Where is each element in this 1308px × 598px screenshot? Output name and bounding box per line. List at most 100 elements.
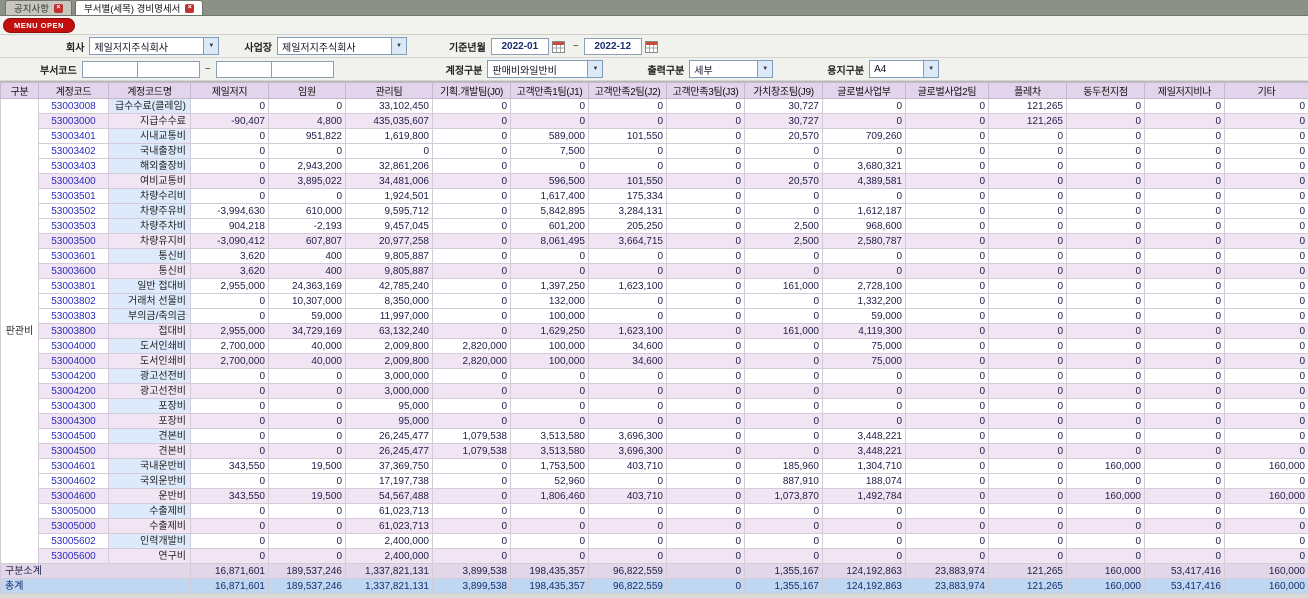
- subtotal-row[interactable]: 구분소계 16,871,601 189,537,246 1,337,821,131 3,…: [0, 563, 1308, 579]
- table-row[interactable]: 53005000 수출제비 0 0 61,023,713 0 0 0 0 0 0 0 0 0 0 0: [1, 518, 1308, 534]
- table-row[interactable]: 53003401 시내교통비 0 951,822 1,619,800 0 589,000 10…: [1, 128, 1308, 144]
- value-cell: 0: [510, 98, 589, 114]
- column-header[interactable]: 구분: [0, 82, 39, 99]
- value-cell: 0: [1066, 443, 1145, 459]
- output-type-select[interactable]: 세부 ▼: [689, 60, 774, 78]
- calendar-icon[interactable]: [551, 40, 565, 53]
- table-row[interactable]: 53003600 통신비 3,620 400 9,805,887 0 0 0 0 0 0 0 0 0 0 0: [1, 263, 1308, 279]
- menu-open-button[interactable]: MENU OPEN: [3, 17, 75, 33]
- value-cell: 0: [1224, 323, 1308, 339]
- period-to-input[interactable]: [583, 37, 642, 55]
- table-row[interactable]: 53005600 연구비 0 0 2,400,000 0 0 0 0 0 0 0 0 0 0 0: [1, 548, 1308, 564]
- column-header[interactable]: 고객만족2팀(J2): [588, 82, 667, 99]
- table-row[interactable]: 53003503 차량주차비 904,218 -2,193 9,457,045 0 601,…: [1, 218, 1308, 234]
- table-row[interactable]: 53004300 포장비 0 0 95,000 0 0 0 0 0 0 0 0 0 0 0: [1, 413, 1308, 429]
- value-cell: 0: [744, 158, 823, 174]
- table-row[interactable]: 53003000 지급수수료 -90,407 4,800 435,035,607 0 0 0 0…: [1, 113, 1308, 129]
- account-name-cell: 국외운반비: [108, 473, 191, 489]
- expense-table: 구분 계정코드 계정코드명 제일저지 임원 관리팀 기획.개발팀(J0) 고객만족1팀(J1)…: [0, 82, 1308, 594]
- table-row[interactable]: 53003402 국내출장비 0 0 0 0 7,500 0 0 0 0 0 0 0 0 0: [1, 143, 1308, 159]
- table-row[interactable]: 53003601 통신비 3,620 400 9,805,887 0 0 0 0 0 0 0 0 0 0 0: [1, 248, 1308, 264]
- calendar-icon[interactable]: [644, 40, 658, 53]
- column-header[interactable]: 기타: [1224, 82, 1308, 99]
- column-header[interactable]: 가치창조팀(J9): [744, 82, 823, 99]
- table-row[interactable]: 53004600 운반비 343,550 19,500 54,567,488 0 1,806…: [1, 488, 1308, 504]
- column-header[interactable]: 고객만족3팀(J3): [666, 82, 745, 99]
- account-name-cell: 국내출장비: [108, 143, 191, 159]
- column-header[interactable]: 동두천지점: [1066, 82, 1145, 99]
- value-cell: 0: [588, 158, 667, 174]
- filter-row-1: 회사 제일저지주식회사 ▼ 사업장 제일저지주식회사 ▼ 기준년월 ~: [0, 35, 1308, 58]
- column-header[interactable]: 계정코드: [38, 82, 109, 99]
- grid-header-row: 구분 계정코드 계정코드명 제일저지 임원 관리팀 기획.개발팀(J0) 고객만족1팀(J1)…: [0, 82, 1308, 99]
- value-cell: 189,537,246: [268, 563, 346, 579]
- account-name-cell: 도서인쇄비: [108, 353, 191, 369]
- dept-code-from-input[interactable]: [81, 60, 138, 78]
- table-row[interactable]: 53003802 거래처 선물비 0 10,307,000 8,350,000 0 132,…: [1, 293, 1308, 309]
- site-select[interactable]: 제일저지주식회사 ▼: [277, 37, 408, 55]
- chevron-down-icon[interactable]: ▼: [757, 61, 773, 77]
- value-cell: 0: [744, 413, 823, 429]
- table-row[interactable]: 53003403 해외출장비 0 2,943,200 32,861,206 0 0 0 0 0 3,…: [1, 158, 1308, 174]
- table-row[interactable]: 53003500 차량유지비 -3,090,412 607,807 20,977,258…: [1, 233, 1308, 249]
- column-header[interactable]: 글로벌사업2팀: [905, 82, 989, 99]
- column-header[interactable]: 글로벌사업부: [822, 82, 906, 99]
- value-cell: 0: [588, 248, 667, 264]
- paper-type-select[interactable]: A4 ▼: [869, 60, 940, 78]
- table-row[interactable]: 53004601 국내운반비 343,550 19,500 37,369,750 0 1,7…: [1, 458, 1308, 474]
- value-cell: 0: [744, 443, 823, 459]
- value-cell: 0: [432, 473, 511, 489]
- column-header[interactable]: 관리팀: [345, 82, 433, 99]
- chevron-down-icon[interactable]: ▼: [203, 38, 219, 54]
- value-cell: 951,822: [268, 128, 346, 144]
- table-row[interactable]: 53003501 차량수리비 0 0 1,924,501 0 1,617,400 175,33…: [1, 188, 1308, 204]
- chevron-down-icon[interactable]: ▼: [391, 38, 407, 54]
- value-cell: 3,696,300: [588, 443, 667, 459]
- table-row[interactable]: 53003502 차량주유비 -3,994,630 610,000 9,595,712 0…: [1, 203, 1308, 219]
- table-row[interactable]: 판관비 53003008 급수수료(클레임) 0 0 33,102,450 0 0 0 0 30,7…: [0, 98, 1308, 564]
- value-cell: 2,009,800: [345, 338, 433, 354]
- dept-code-to-input[interactable]: [215, 60, 272, 78]
- dept-code-to-name-input[interactable]: [271, 60, 334, 78]
- company-select[interactable]: 제일저지주식회사 ▼: [89, 37, 220, 55]
- value-cell: 0: [432, 128, 511, 144]
- tab-notice[interactable]: 공지사항 ×: [5, 0, 72, 15]
- column-header[interactable]: 기획.개발팀(J0): [432, 82, 511, 99]
- period-from-input[interactable]: [490, 37, 549, 55]
- table-row[interactable]: 53005000 수출제비 0 0 61,023,713 0 0 0 0 0 0 0 0 0 0 0: [1, 503, 1308, 519]
- table-row[interactable]: 53003800 접대비 2,955,000 34,729,169 63,132,240…: [1, 323, 1308, 339]
- footer-label-cell: 총계: [0, 578, 191, 594]
- table-row[interactable]: 53004500 견본비 0 0 26,245,477 1,079,538 3,513,58…: [1, 443, 1308, 459]
- table-row[interactable]: 53004500 견본비 0 0 26,245,477 1,079,538 3,513,58…: [1, 428, 1308, 444]
- table-row[interactable]: 53005602 인력개발비 0 0 2,400,000 0 0 0 0 0 0 0 0 0 0 0: [1, 533, 1308, 549]
- chevron-down-icon[interactable]: ▼: [587, 61, 603, 77]
- table-row[interactable]: 53004000 도서인쇄비 2,700,000 40,000 2,009,800 2,8…: [1, 338, 1308, 354]
- account-name-cell: 견본비: [108, 443, 191, 459]
- table-row[interactable]: 53003400 여비교통비 0 3,895,022 34,481,006 0 596,50…: [1, 173, 1308, 189]
- column-header[interactable]: 제일저지: [190, 82, 269, 99]
- value-cell: 198,435,357: [510, 578, 589, 594]
- column-header[interactable]: 임원: [268, 82, 346, 99]
- tab-expense-report[interactable]: 부서별(세목) 경비명세서 ×: [74, 0, 204, 15]
- value-cell: 1,079,538: [432, 443, 511, 459]
- column-header[interactable]: 플레차: [988, 82, 1067, 99]
- column-header[interactable]: 제일저지비나: [1144, 82, 1225, 99]
- chevron-down-icon[interactable]: ▼: [923, 61, 939, 77]
- account-type-select[interactable]: 판매비와일반비 ▼: [487, 60, 604, 78]
- value-cell: 30,727: [744, 113, 823, 129]
- close-tab-icon[interactable]: ×: [53, 3, 63, 13]
- total-row[interactable]: 총계 16,871,601 189,537,246 1,337,821,131 3,89…: [0, 578, 1308, 594]
- table-row[interactable]: 53004000 도서인쇄비 2,700,000 40,000 2,009,800 2,8…: [1, 353, 1308, 369]
- table-row[interactable]: 53004200 광고선전비 0 0 3,000,000 0 0 0 0 0 0 0 0 0 0 0: [1, 383, 1308, 399]
- table-row[interactable]: 53004200 광고선전비 0 0 3,000,000 0 0 0 0 0 0 0 0 0 0 0: [1, 368, 1308, 384]
- close-tab-icon[interactable]: ×: [185, 3, 195, 13]
- table-row[interactable]: 53004300 포장비 0 0 95,000 0 0 0 0 0 0 0 0 0 0 0: [1, 398, 1308, 414]
- table-row[interactable]: 53003801 일반 접대비 2,955,000 24,363,169 42,785,…: [1, 278, 1308, 294]
- table-row[interactable]: 53004602 국외운반비 0 0 17,197,738 0 52,960 0 0 887,91…: [1, 473, 1308, 489]
- value-cell: 0: [822, 113, 906, 129]
- column-header[interactable]: 고객만족1팀(J1): [510, 82, 589, 99]
- column-header[interactable]: 계정코드명: [108, 82, 191, 99]
- value-cell: 0: [744, 248, 823, 264]
- table-row[interactable]: 53003803 부의금/축의금 0 59,000 11,997,000 0 100,000…: [1, 308, 1308, 324]
- dept-code-from-name-input[interactable]: [137, 60, 200, 78]
